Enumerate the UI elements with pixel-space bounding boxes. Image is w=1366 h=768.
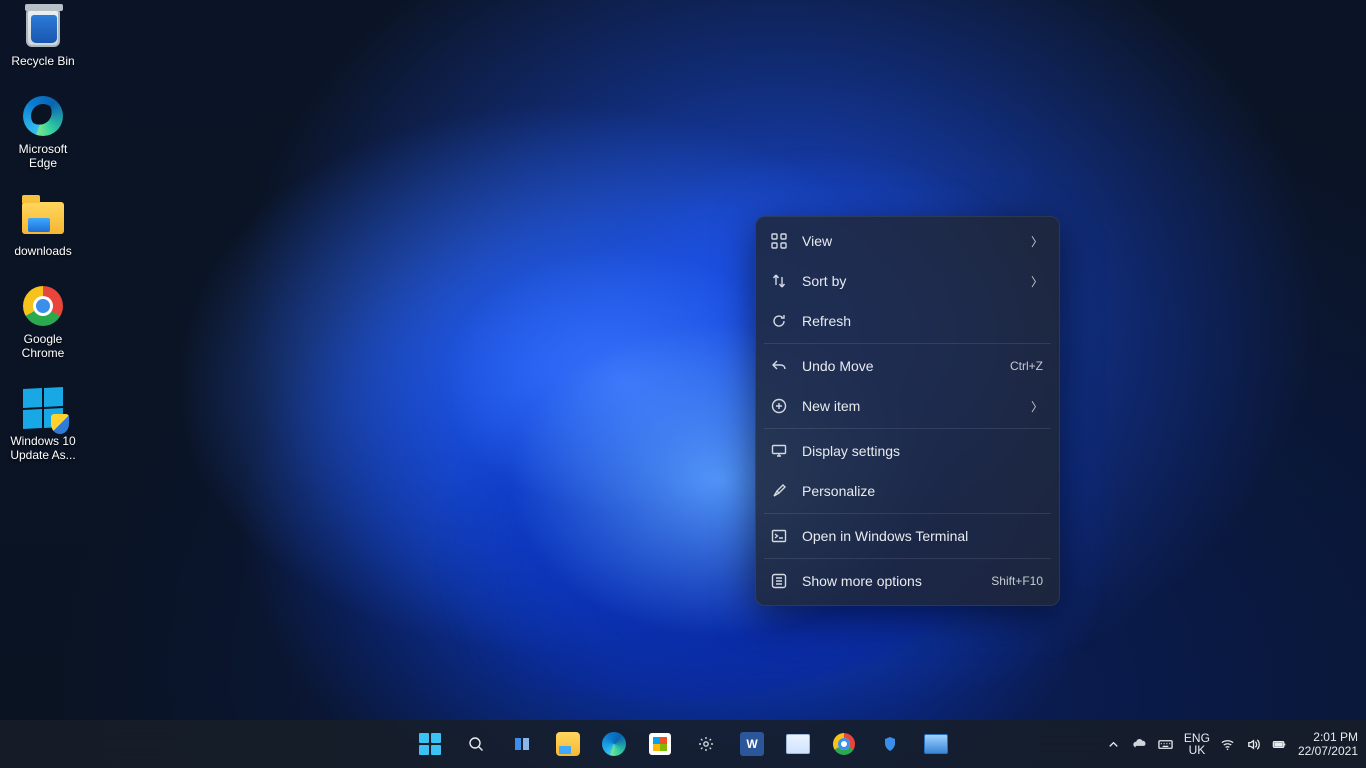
- view-icon: [770, 232, 788, 250]
- menu-item-label: Refresh: [802, 313, 1043, 329]
- undo-icon: [770, 357, 788, 375]
- menu-item-refresh[interactable]: Refresh: [756, 301, 1059, 341]
- taskbar-app-snipping[interactable]: [778, 724, 818, 764]
- file-explorer-icon: [555, 731, 581, 757]
- tray-overflow-button[interactable]: [1106, 736, 1122, 752]
- menu-item-label: Display settings: [802, 443, 1043, 459]
- taskbar-app-screenshot[interactable]: [916, 724, 956, 764]
- desktop-icons-column: Recycle Bin Microsoft Edge downloads Goo…: [4, 6, 82, 462]
- menu-item-label: Personalize: [802, 483, 1043, 499]
- brush-icon: [770, 482, 788, 500]
- menu-separator: [764, 513, 1051, 514]
- wifi-icon[interactable]: [1220, 736, 1236, 752]
- taskbar-app-chrome[interactable]: [824, 724, 864, 764]
- desktop-icon-label: Recycle Bin: [11, 54, 74, 68]
- desktop-context-menu: View 〉 Sort by 〉 Refresh Undo Move Ctrl+…: [755, 216, 1060, 606]
- edge-icon: [601, 731, 627, 757]
- more-options-icon: [770, 572, 788, 590]
- desktop-icon-label: Microsoft Edge: [4, 142, 82, 170]
- menu-separator: [764, 428, 1051, 429]
- windows-logo-icon: [417, 731, 443, 757]
- shield-icon: [877, 731, 903, 757]
- word-icon: W: [739, 731, 765, 757]
- menu-item-label: Open in Windows Terminal: [802, 528, 1043, 544]
- taskbar-app-store[interactable]: [640, 724, 680, 764]
- volume-icon[interactable]: [1246, 736, 1262, 752]
- taskbar: W ENG UK: [0, 720, 1366, 768]
- store-icon: [647, 731, 673, 757]
- desktop-icon-chrome[interactable]: Google Chrome: [4, 284, 82, 360]
- task-view-icon: [509, 731, 535, 757]
- taskbar-app-settings[interactable]: [686, 724, 726, 764]
- chevron-right-icon: 〉: [1031, 273, 1043, 290]
- taskbar-pinned-apps: W: [410, 724, 956, 764]
- chevron-right-icon: 〉: [1031, 398, 1043, 415]
- gear-icon: [693, 731, 719, 757]
- refresh-icon: [770, 312, 788, 330]
- clock[interactable]: 2:01 PM 22/07/2021: [1298, 730, 1358, 758]
- taskbar-app-explorer[interactable]: [548, 724, 588, 764]
- search-icon: [463, 731, 489, 757]
- menu-item-view[interactable]: View 〉: [756, 221, 1059, 261]
- desktop-icon-downloads[interactable]: downloads: [4, 196, 82, 258]
- edge-icon: [21, 94, 65, 138]
- menu-item-label: Sort by: [802, 273, 1023, 289]
- menu-separator: [764, 343, 1051, 344]
- display-icon: [770, 442, 788, 460]
- menu-separator: [764, 558, 1051, 559]
- onedrive-icon[interactable]: [1132, 736, 1148, 752]
- menu-item-label: Undo Move: [802, 358, 1010, 374]
- chevron-right-icon: 〉: [1031, 233, 1043, 250]
- desktop-icon-recycle-bin[interactable]: Recycle Bin: [4, 6, 82, 68]
- desktop-icon-label: Windows 10 Update As...: [4, 434, 82, 462]
- desktop[interactable]: Recycle Bin Microsoft Edge downloads Goo…: [0, 0, 1366, 768]
- start-button[interactable]: [410, 724, 450, 764]
- desktop-icon-edge[interactable]: Microsoft Edge: [4, 94, 82, 170]
- menu-item-personalize[interactable]: Personalize: [756, 471, 1059, 511]
- taskbar-system-tray: ENG UK 2:01 PM 22/07/2021: [1106, 730, 1358, 758]
- keyboard-icon[interactable]: [1158, 736, 1174, 752]
- menu-item-display-settings[interactable]: Display settings: [756, 431, 1059, 471]
- clock-time: 2:01 PM: [1298, 730, 1358, 744]
- menu-item-more-options[interactable]: Show more options Shift+F10: [756, 561, 1059, 601]
- menu-item-shortcut: Ctrl+Z: [1010, 359, 1043, 373]
- folder-icon: [21, 196, 65, 240]
- recycle-bin-icon: [21, 6, 65, 50]
- snipping-tool-icon: [785, 731, 811, 757]
- menu-item-label: New item: [802, 398, 1023, 414]
- menu-item-label: View: [802, 233, 1023, 249]
- battery-icon[interactable]: [1272, 736, 1288, 752]
- taskbar-app-edge[interactable]: [594, 724, 634, 764]
- search-button[interactable]: [456, 724, 496, 764]
- desktop-icon-win10-update[interactable]: Windows 10 Update As...: [4, 386, 82, 462]
- taskbar-app-security[interactable]: [870, 724, 910, 764]
- menu-item-label: Show more options: [802, 573, 991, 589]
- terminal-icon: [770, 527, 788, 545]
- sort-icon: [770, 272, 788, 290]
- menu-item-new[interactable]: New item 〉: [756, 386, 1059, 426]
- taskbar-app-word[interactable]: W: [732, 724, 772, 764]
- windows-update-icon: [21, 386, 65, 430]
- plus-circle-icon: [770, 397, 788, 415]
- menu-item-undo-move[interactable]: Undo Move Ctrl+Z: [756, 346, 1059, 386]
- menu-item-shortcut: Shift+F10: [991, 574, 1043, 588]
- chrome-icon: [21, 284, 65, 328]
- menu-item-terminal[interactable]: Open in Windows Terminal: [756, 516, 1059, 556]
- screenshot-icon: [923, 731, 949, 757]
- language-bottom: UK: [1184, 744, 1210, 756]
- chrome-icon: [831, 731, 857, 757]
- desktop-icon-label: Google Chrome: [4, 332, 82, 360]
- desktop-icon-label: downloads: [14, 244, 71, 258]
- clock-date: 22/07/2021: [1298, 744, 1358, 758]
- menu-item-sort-by[interactable]: Sort by 〉: [756, 261, 1059, 301]
- task-view-button[interactable]: [502, 724, 542, 764]
- language-indicator[interactable]: ENG UK: [1184, 732, 1210, 756]
